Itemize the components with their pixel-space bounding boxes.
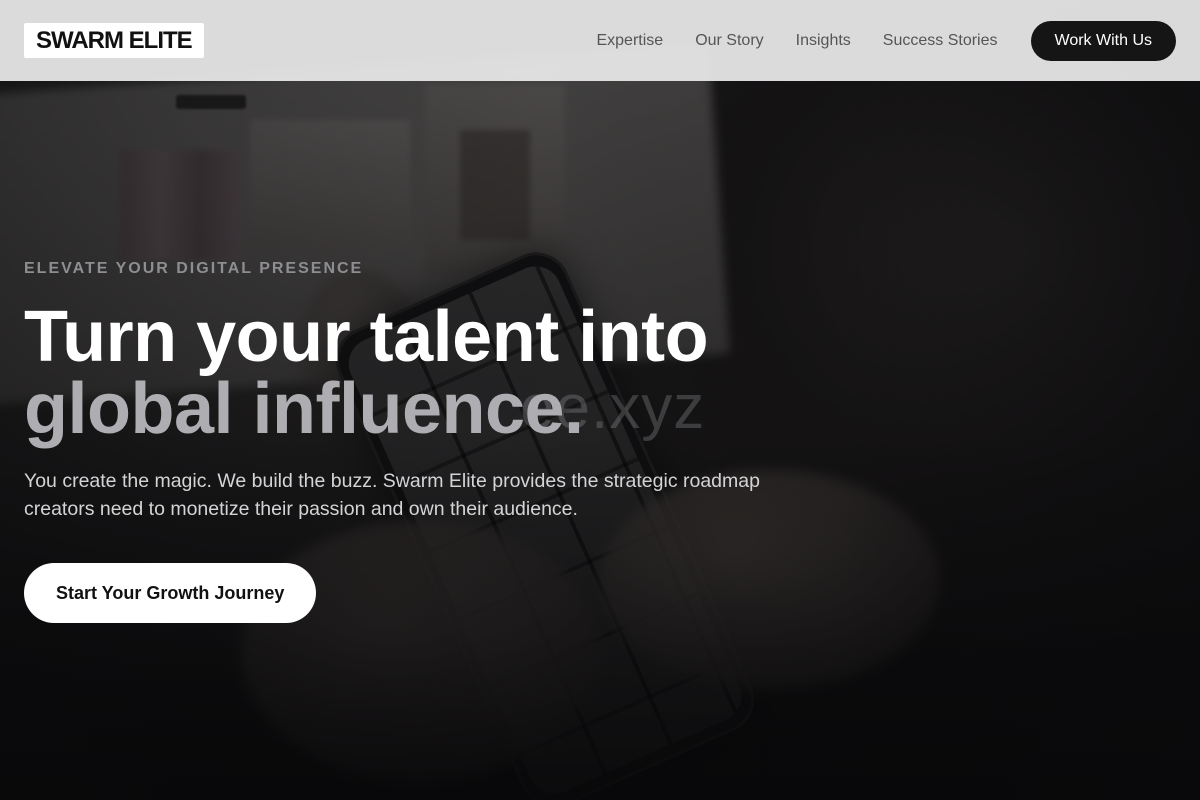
hero-subtext: You create the magic. We build the buzz.… <box>24 470 760 520</box>
hero-headline-line1: Turn your talent into <box>24 297 709 377</box>
hero-content: ELEVATE YOUR DIGITAL PRESENCE Turn your … <box>24 259 844 623</box>
brand-logo[interactable]: SWARM ELITE <box>24 23 204 58</box>
main-nav: Expertise Our Story Insights Success Sto… <box>596 20 1176 61</box>
nav-link-our-story[interactable]: Our Story <box>695 32 763 50</box>
hero-headline-line2: global influence. <box>24 369 584 449</box>
site-header: SWARM ELITE Expertise Our Story Insights… <box>0 0 1200 81</box>
work-with-us-button[interactable]: Work With Us <box>1030 20 1176 61</box>
start-growth-journey-button[interactable]: Start Your Growth Journey <box>24 563 317 623</box>
hero-eyebrow: ELEVATE YOUR DIGITAL PRESENCE <box>24 260 364 277</box>
nav-link-success-stories[interactable]: Success Stories <box>883 32 998 50</box>
nav-link-expertise[interactable]: Expertise <box>596 32 663 50</box>
hero-headline: Turn your talent into global influence. <box>24 301 844 445</box>
nav-link-insights[interactable]: Insights <box>796 32 851 50</box>
